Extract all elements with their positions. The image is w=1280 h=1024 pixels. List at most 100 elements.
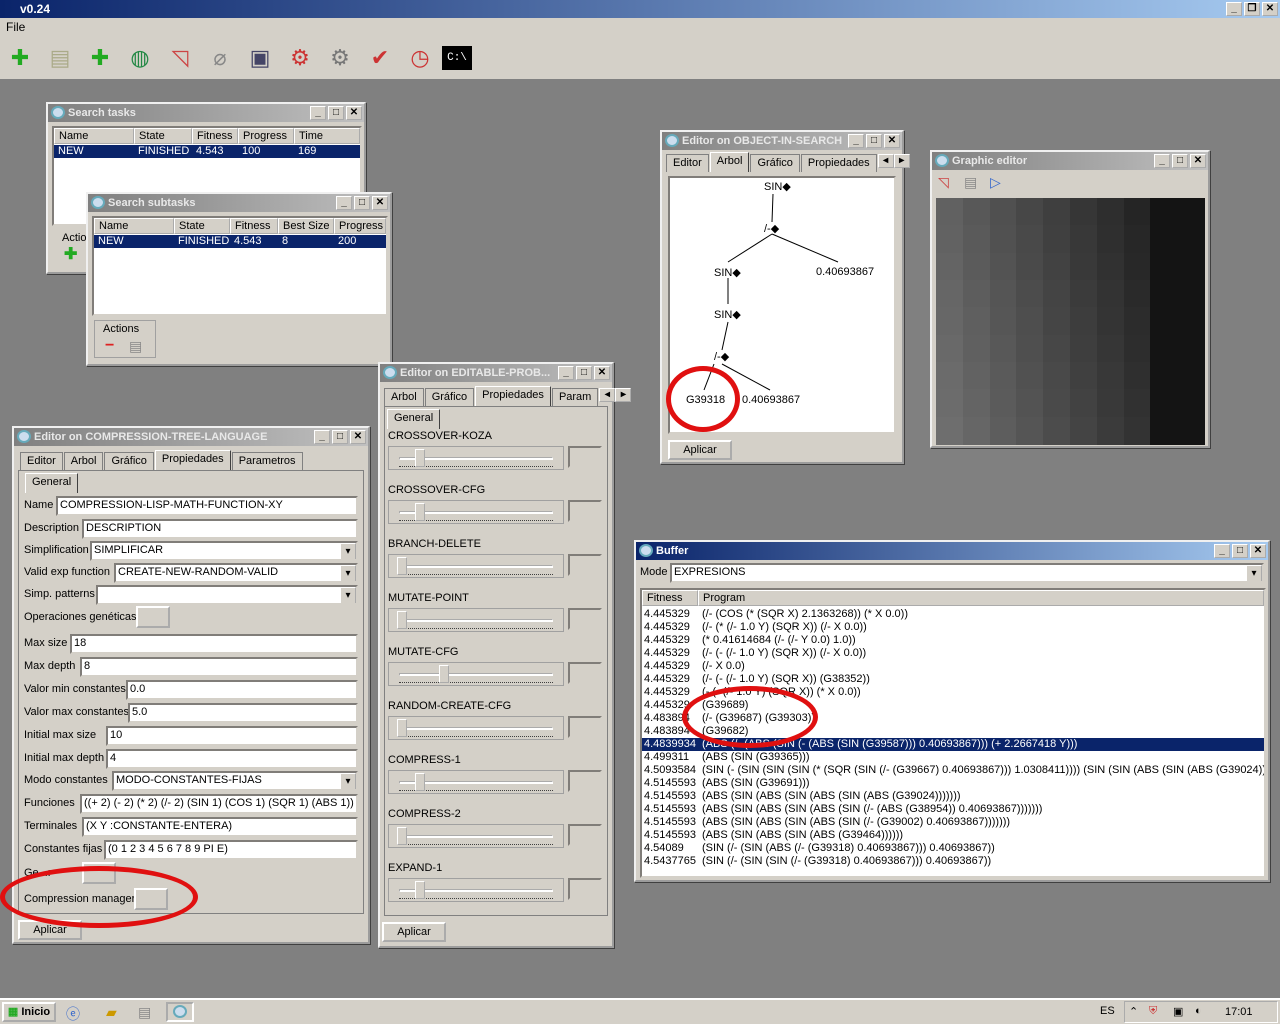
table-row[interactable]: 4.5093584 (SIN (- (SIN (SIN (SIN (* (SQR … xyxy=(642,764,1264,777)
tab-scroll-right-icon[interactable]: ▸ xyxy=(615,388,632,402)
tab-scroll-right-icon[interactable]: ▸ xyxy=(893,154,910,168)
field-input[interactable]: DESCRIPTION xyxy=(82,519,358,539)
field-select[interactable]: SIMPLIFICAR xyxy=(90,541,358,561)
operator-slider[interactable] xyxy=(388,554,564,578)
minimize-icon[interactable]: _ xyxy=(848,134,864,148)
tab-general[interactable]: General xyxy=(25,473,79,493)
tree-node[interactable]: SIN◆ xyxy=(714,308,741,321)
field-select[interactable] xyxy=(96,585,358,605)
close-icon[interactable]: ✕ xyxy=(884,134,900,148)
maximize-icon[interactable]: □ xyxy=(1232,544,1248,558)
taskbar-app-button[interactable] xyxy=(166,1002,194,1022)
apply-button[interactable]: Aplicar xyxy=(382,922,446,942)
table-row[interactable]: 4.54089 (SIN (/- (SIN (ABS (/- (G39318) 0… xyxy=(642,842,1264,855)
operator-slider[interactable] xyxy=(388,824,564,848)
start-button[interactable]: ▦ Inicio xyxy=(2,1002,56,1022)
operator-value-box[interactable] xyxy=(568,500,602,522)
table-row[interactable]: 4.5437765 (SIN (/- (SIN (SIN (/- (G39318)… xyxy=(642,855,1264,868)
tab-propiedades[interactable]: Propiedades xyxy=(800,154,877,172)
table-row[interactable]: 4.5145593 (ABS (SIN (G39691))) xyxy=(642,777,1264,790)
tab-grafico[interactable]: Gráfico xyxy=(750,154,800,172)
ie-icon[interactable]: ⓔ xyxy=(66,1004,80,1024)
minimize-icon[interactable]: _ xyxy=(1214,544,1230,558)
column-header[interactable]: Best Size xyxy=(278,218,334,234)
chart-icon[interactable]: ◹ xyxy=(938,174,949,191)
clock-time[interactable]: 17:01 xyxy=(1225,1006,1253,1018)
close-icon[interactable]: ✕ xyxy=(1262,2,1278,16)
field-input[interactable]: (0 1 2 3 4 5 6 7 8 9 PI E) xyxy=(104,840,358,860)
minimize-icon[interactable]: _ xyxy=(336,196,352,210)
operator-value-box[interactable] xyxy=(568,554,602,576)
close-icon[interactable]: ✕ xyxy=(594,366,610,380)
operator-value-box[interactable] xyxy=(568,824,602,846)
tree-node[interactable]: SIN◆ xyxy=(764,180,791,193)
operator-slider[interactable] xyxy=(388,608,564,632)
gear-icon[interactable]: ⚙ xyxy=(324,42,356,74)
maximize-icon[interactable]: □ xyxy=(332,430,348,444)
operator-value-box[interactable] xyxy=(568,662,602,684)
network-icon[interactable]: ▣ xyxy=(1173,1005,1183,1018)
column-header[interactable]: State xyxy=(134,128,192,144)
table-row[interactable]: 4.445329 (/- (COS (* (SQR X) 2.1363268)) … xyxy=(642,608,1264,621)
field-input[interactable]: 4 xyxy=(106,749,358,769)
check-document-icon[interactable]: ✔ xyxy=(364,42,396,74)
table-row[interactable]: 4.5145593 (ABS (SIN (ABS (SIN (ABS (SIN (… xyxy=(642,790,1264,803)
tab-propiedades[interactable]: Propiedades xyxy=(154,450,231,470)
restore-icon[interactable]: ❐ xyxy=(1244,2,1260,16)
minimize-icon[interactable]: _ xyxy=(314,430,330,444)
minimize-icon[interactable]: _ xyxy=(1154,154,1170,168)
operator-slider[interactable] xyxy=(388,446,564,470)
table-row[interactable]: 4.5145593 (ABS (SIN (ABS (SIN (ABS (SIN (… xyxy=(642,803,1264,816)
tree-node[interactable]: /-◆ xyxy=(764,222,779,235)
column-header[interactable]: Fitness xyxy=(642,590,698,606)
column-header[interactable]: Fitness xyxy=(230,218,278,234)
maximize-icon[interactable]: □ xyxy=(866,134,882,148)
close-icon[interactable]: ✕ xyxy=(1190,154,1206,168)
field-input[interactable]: 18 xyxy=(70,634,358,654)
close-icon[interactable]: ✕ xyxy=(372,196,388,210)
tab-general[interactable]: General xyxy=(387,409,441,429)
operator-value-box[interactable] xyxy=(568,716,602,738)
column-header[interactable]: Progress xyxy=(238,128,294,144)
tab-propiedades[interactable]: Propiedades xyxy=(475,386,551,406)
add-icon[interactable]: ✚ xyxy=(64,244,77,264)
tab-editor[interactable]: Editor xyxy=(666,154,709,172)
operator-value-box[interactable] xyxy=(568,446,602,468)
table-row[interactable]: 4.5145593 (ABS (SIN (ABS (SIN (ABS (SIN (… xyxy=(642,816,1264,829)
close-icon[interactable]: ✕ xyxy=(1250,544,1266,558)
mode-select[interactable]: EXPRESIONS xyxy=(670,563,1264,583)
slider-thumb[interactable] xyxy=(415,503,425,521)
field-input[interactable]: ((+ 2) (- 2) (* 2) (/- 2) (SIN 1) (COS 1… xyxy=(80,794,358,814)
graphic-canvas[interactable] xyxy=(936,198,1205,445)
slider-thumb[interactable] xyxy=(397,719,407,737)
close-icon[interactable]: ✕ xyxy=(346,106,362,120)
slider-thumb[interactable] xyxy=(397,611,407,629)
operator-slider[interactable] xyxy=(388,878,564,902)
network-icon[interactable]: ⚙ xyxy=(284,42,316,74)
column-header[interactable]: Name xyxy=(94,218,174,234)
tree-node[interactable]: 0.40693867 xyxy=(742,394,800,406)
tab-arbol[interactable]: Arbol xyxy=(63,452,104,470)
apply-button[interactable]: Aplicar xyxy=(668,440,732,460)
maximize-icon[interactable]: □ xyxy=(354,196,370,210)
field-input[interactable]: 8 xyxy=(80,657,358,677)
slider-thumb[interactable] xyxy=(397,557,407,575)
tab-arbol[interactable]: Arbol xyxy=(384,388,424,406)
maximize-icon[interactable]: □ xyxy=(328,106,344,120)
document-icon[interactable]: ▤ xyxy=(964,174,977,191)
slider-thumb[interactable] xyxy=(415,773,425,791)
globe-icon[interactable]: ◍ xyxy=(124,42,156,74)
minimize-icon[interactable]: _ xyxy=(1226,2,1242,16)
slider-thumb[interactable] xyxy=(439,665,449,683)
paperclip-icon[interactable]: ⌀ xyxy=(204,42,236,74)
maximize-icon[interactable]: □ xyxy=(576,366,592,380)
field-select[interactable]: MODO-CONSTANTES-FIJAS xyxy=(112,771,358,791)
operator-value-box[interactable] xyxy=(568,770,602,792)
language-indicator[interactable]: ES xyxy=(1100,1005,1115,1017)
table-row[interactable]: 4.445329 (/- (- (/- 1.0 Y) (SQR X)) (G383… xyxy=(642,673,1264,686)
slider-thumb[interactable] xyxy=(415,449,425,467)
tab-editor[interactable]: Editor xyxy=(20,452,63,470)
chevron-up-icon[interactable]: ⌃ xyxy=(1129,1005,1138,1018)
field-input[interactable]: 5.0 xyxy=(128,703,358,723)
table-row[interactable]: NEW FINISHED 4.543 8 200 xyxy=(94,235,386,248)
